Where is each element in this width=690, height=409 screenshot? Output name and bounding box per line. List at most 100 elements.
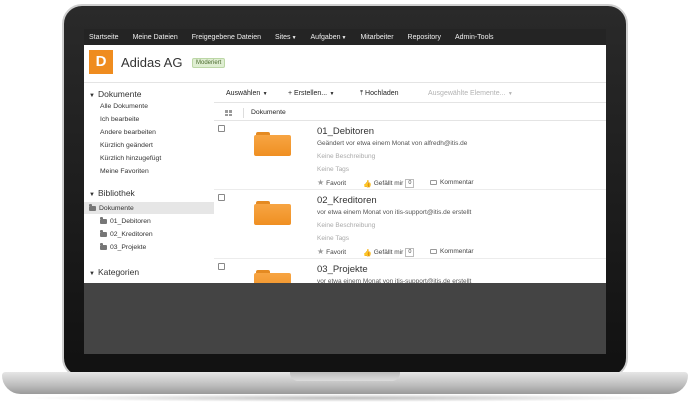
moderated-badge: Moderiert <box>192 58 226 68</box>
selected-items-label: Ausgewählte Elemente... <box>428 90 506 97</box>
nav-freigegebene-dateien[interactable]: Freigegebene Dateien <box>192 34 261 41</box>
like-label: Gefällt mir <box>373 249 404 256</box>
site-header: D Adidas AG Moderiert <box>84 45 606 83</box>
nav-meine-dateien[interactable]: Meine Dateien <box>133 34 178 41</box>
column-header-dokumente[interactable]: Dokumente <box>251 109 286 116</box>
nav-admin-tools[interactable]: Admin-Tools <box>455 34 494 41</box>
star-icon: ★ <box>317 178 325 187</box>
select-menu-label: Auswählen <box>226 90 261 97</box>
sidebar: ▼ Dokumente Alle Dokumente Ich bearbeite … <box>84 84 214 284</box>
caret-down-icon: ▼ <box>291 34 297 41</box>
sidebar-link-meine-favoriten[interactable]: Meine Favoriten <box>100 168 149 175</box>
folder-icon <box>100 243 107 250</box>
section-kategorien-heading: Kategorien <box>97 267 140 277</box>
nav-sites-label: Sites <box>275 33 291 41</box>
tree-item-03-projekte[interactable]: 03_Projekte <box>84 241 214 253</box>
caret-down-icon: ▼ <box>506 91 513 97</box>
like-count: 0 <box>405 248 415 257</box>
folder-icon <box>89 204 96 211</box>
comment-button[interactable]: Kommentar <box>430 248 474 255</box>
section-dokumente-heading: Dokumente <box>97 89 142 99</box>
sidebar-link-alle-dokumente[interactable]: Alle Dokumente <box>100 103 148 110</box>
screen-lower-area <box>84 283 606 354</box>
site-title[interactable]: Adidas AG <box>121 55 182 70</box>
row-title[interactable]: 01_Debitoren <box>317 126 374 137</box>
triangle-down-icon: ▼ <box>89 271 95 277</box>
row-checkbox[interactable] <box>218 125 225 132</box>
nav-mitarbeiter[interactable]: Mitarbeiter <box>360 34 393 41</box>
row-description: Keine Beschreibung <box>317 153 376 160</box>
row-tags: Keine Tags <box>317 166 350 173</box>
tree-item-02-kreditoren[interactable]: 02_Kreditoren <box>84 228 214 240</box>
sidebar-link-kuerzlich-hinzugefuegt[interactable]: Kürzlich hinzugefügt <box>100 155 161 162</box>
row-description: Keine Beschreibung <box>317 222 376 229</box>
document-row-02-kreditoren[interactable]: 02_Kreditoren vor etwa einem Monat von i… <box>214 191 606 259</box>
folder-icon[interactable] <box>254 201 291 225</box>
create-menu-button[interactable]: + Erstellen... ▼ <box>288 90 334 97</box>
row-checkbox[interactable] <box>218 194 225 201</box>
section-bibliothek-heading: Bibliothek <box>97 188 135 198</box>
comment-button[interactable]: Kommentar <box>430 179 474 186</box>
tree-item-01-debitoren[interactable]: 01_Debitoren <box>84 215 214 227</box>
triangle-down-icon: ▼ <box>89 93 95 99</box>
upload-button[interactable]: ⤒ Hochladen <box>360 90 399 98</box>
tree-item-label: 01_Debitoren <box>110 217 151 225</box>
laptop-shadow <box>20 394 670 402</box>
folder-icon <box>100 217 107 224</box>
like-label: Gefällt mir <box>373 180 404 187</box>
triangle-down-icon: ▼ <box>89 192 95 198</box>
like-button[interactable]: 👍 Gefällt mir 0 <box>363 179 415 188</box>
caret-down-icon: ▼ <box>328 91 335 97</box>
row-title[interactable]: 02_Kreditoren <box>317 195 377 206</box>
folder-icon[interactable] <box>254 132 291 156</box>
row-tags: Keine Tags <box>317 235 350 242</box>
create-menu-label: Erstellen... <box>294 90 328 97</box>
selected-items-menu[interactable]: Ausgewählte Elemente... ▼ <box>428 90 513 97</box>
favorite-button[interactable]: ★ Favorit <box>317 248 346 256</box>
laptop-notch <box>290 372 400 381</box>
favorite-label: Favorit <box>326 248 347 256</box>
tree-item-label: 03_Projekte <box>110 243 147 251</box>
nav-aufgaben[interactable]: Aufgaben▼ <box>311 34 347 41</box>
nav-sites[interactable]: Sites▼ <box>275 34 297 41</box>
upload-label: Hochladen <box>365 90 399 97</box>
thumbs-up-icon: 👍 <box>363 249 372 257</box>
section-dokumente-toggle[interactable]: ▼ Dokumente <box>89 89 141 99</box>
tree-item-label: 02_Kreditoren <box>110 230 153 238</box>
like-count: 0 <box>405 179 415 188</box>
tree-item-dokumente[interactable]: Dokumente <box>84 202 214 214</box>
list-header: Dokumente <box>214 105 606 121</box>
sidebar-link-ich-bearbeite[interactable]: Ich bearbeite <box>100 116 139 123</box>
caret-down-icon: ▼ <box>341 34 347 41</box>
section-bibliothek-toggle[interactable]: ▼ Bibliothek <box>89 188 135 198</box>
caret-down-icon: ▼ <box>261 91 268 97</box>
sidebar-link-andere-bearbeiten[interactable]: Andere bearbeiten <box>100 129 156 136</box>
comment-icon <box>430 249 437 254</box>
document-row-01-debitoren[interactable]: 01_Debitoren Geändert vor etwa einem Mon… <box>214 122 606 190</box>
document-toolbar: Auswählen ▼ + Erstellen... ▼ ⤒ Hochladen… <box>214 85 606 103</box>
row-title[interactable]: 03_Projekte <box>317 264 368 275</box>
favorite-label: Favorit <box>326 179 347 187</box>
tree-item-label: Dokumente <box>99 204 134 212</box>
favorite-button[interactable]: ★ Favorit <box>317 179 346 187</box>
like-button[interactable]: 👍 Gefällt mir 0 <box>363 248 415 257</box>
top-navigation: Startseite Meine Dateien Freigegebene Da… <box>84 29 606 45</box>
thumbs-up-icon: 👍 <box>363 180 372 188</box>
divider <box>243 108 244 118</box>
nav-repository[interactable]: Repository <box>408 34 441 41</box>
row-modified-info: Geändert vor etwa einem Monat von alfred… <box>317 140 468 147</box>
star-icon: ★ <box>317 247 325 256</box>
row-modified-info: vor etwa einem Monat von itis-support@it… <box>317 209 472 216</box>
grid-view-icon[interactable] <box>225 110 232 116</box>
screen: Startseite Meine Dateien Freigegebene Da… <box>84 29 606 354</box>
section-kategorien-toggle[interactable]: ▼ Kategorien <box>89 267 139 277</box>
comment-label: Kommentar <box>440 179 474 186</box>
nav-aufgaben-label: Aufgaben <box>310 33 341 41</box>
select-menu-button[interactable]: Auswählen ▼ <box>226 90 268 97</box>
sidebar-link-kuerzlich-geaendert[interactable]: Kürzlich geändert <box>100 142 153 149</box>
comment-label: Kommentar <box>440 248 474 255</box>
folder-icon <box>100 230 107 237</box>
nav-startseite[interactable]: Startseite <box>89 34 119 41</box>
row-checkbox[interactable] <box>218 263 225 270</box>
site-logo: D <box>89 50 113 74</box>
